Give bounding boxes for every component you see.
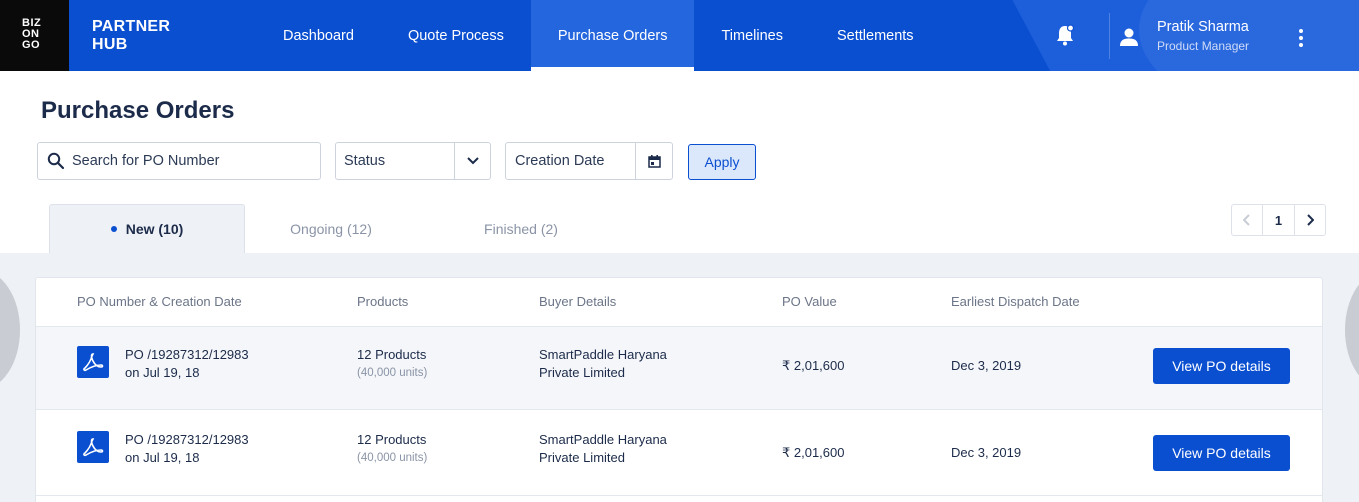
nav-item-timelines[interactable]: Timelines bbox=[694, 0, 810, 71]
nav-item-settlements[interactable]: Settlements bbox=[810, 0, 941, 71]
side-decoration-left bbox=[0, 270, 20, 390]
nav-label: Dashboard bbox=[283, 27, 354, 44]
po-number-cell: PO /19287312/12983 on Jul 19, 18 bbox=[125, 346, 249, 382]
search-input[interactable] bbox=[72, 153, 302, 169]
header-buyer-details: Buyer Details bbox=[539, 294, 617, 309]
product-count: 12 Products bbox=[357, 432, 427, 447]
tab-new[interactable]: New (10) bbox=[49, 204, 245, 253]
buyer-cell: SmartPaddle Haryana Private Limited bbox=[539, 346, 667, 382]
nav-label: Quote Process bbox=[407, 27, 504, 44]
bell-icon[interactable] bbox=[1055, 24, 1075, 46]
tab-label: Ongoing (12) bbox=[290, 220, 372, 237]
brand-line-2: HUB bbox=[92, 36, 128, 53]
tab-finished[interactable]: Finished (2) bbox=[417, 204, 625, 253]
pagination: 1 bbox=[1231, 204, 1326, 236]
chevron-down-icon[interactable] bbox=[454, 143, 490, 179]
pdf-icon[interactable] bbox=[77, 346, 109, 378]
side-decoration-right bbox=[1345, 270, 1359, 390]
po-status-tabs: New (10) Ongoing (12) Finished (2) bbox=[49, 204, 625, 253]
status-dropdown[interactable]: Status bbox=[335, 142, 491, 180]
creation-date-picker[interactable]: Creation Date bbox=[505, 142, 673, 180]
active-dot-icon bbox=[110, 226, 117, 232]
tab-label: New (10) bbox=[125, 221, 184, 237]
page-title: Purchase Orders bbox=[41, 97, 235, 124]
user-icon[interactable] bbox=[1118, 26, 1140, 48]
status-dropdown-label: Status bbox=[344, 153, 386, 169]
buyer-name-line-1: SmartPaddle Haryana bbox=[539, 347, 667, 362]
header-po-value: PO Value bbox=[782, 294, 837, 309]
pdf-icon[interactable] bbox=[77, 431, 109, 463]
buyer-cell: SmartPaddle Haryana Private Limited bbox=[539, 431, 667, 467]
nav-item-purchase-orders[interactable]: Purchase Orders bbox=[530, 0, 695, 71]
creation-date-label: Creation Date bbox=[515, 153, 605, 169]
prev-page-button[interactable] bbox=[1232, 205, 1262, 235]
nav-item-dashboard[interactable]: Dashboard bbox=[256, 0, 381, 71]
header-dispatch-date: Earliest Dispatch Date bbox=[951, 294, 1080, 309]
buyer-name-line-1: SmartPaddle Haryana bbox=[539, 432, 667, 447]
search-field[interactable] bbox=[37, 142, 321, 180]
view-po-details-button[interactable]: View PO details bbox=[1153, 348, 1290, 384]
chevron-left-icon bbox=[1243, 214, 1250, 226]
product-count: 12 Products bbox=[357, 347, 427, 362]
view-po-details-button[interactable]: View PO details bbox=[1153, 435, 1290, 471]
apply-button[interactable]: Apply bbox=[688, 144, 756, 180]
po-number[interactable]: PO /19287312/12983 bbox=[125, 431, 249, 449]
po-number[interactable]: PO /19287312/12983 bbox=[125, 346, 249, 364]
calendar-icon[interactable] bbox=[635, 143, 672, 179]
bizongo-logo[interactable]: BIZ ON GO bbox=[0, 0, 69, 71]
dispatch-date: Dec 3, 2019 bbox=[951, 445, 1022, 460]
search-icon bbox=[47, 152, 65, 170]
brand-name: PARTNER HUB bbox=[92, 18, 170, 54]
nav-label: Timelines bbox=[721, 27, 783, 44]
chevron-right-icon bbox=[1307, 214, 1314, 226]
po-number-cell: PO /19287312/12983 on Jul 19, 18 bbox=[125, 431, 249, 467]
buyer-name-line-2: Private Limited bbox=[539, 450, 625, 465]
kebab-menu-icon[interactable] bbox=[1293, 27, 1309, 49]
header-divider bbox=[1109, 13, 1110, 59]
header-decoration-circle bbox=[1139, 0, 1359, 71]
products-cell: 12 Products (40,000 units) bbox=[357, 431, 427, 467]
dispatch-date: Dec 3, 2019 bbox=[951, 358, 1022, 373]
tab-label: Finished (2) bbox=[484, 220, 558, 237]
unit-count: (40,000 units) bbox=[357, 452, 428, 464]
next-page-button[interactable] bbox=[1293, 205, 1325, 235]
unit-count: (40,000 units) bbox=[357, 367, 428, 379]
current-page[interactable]: 1 bbox=[1262, 205, 1293, 235]
brand-line-1: PARTNER bbox=[92, 18, 171, 35]
nav-label: Purchase Orders bbox=[557, 27, 668, 44]
po-value: ₹ 2,01,600 bbox=[782, 358, 845, 373]
products-cell: 12 Products (40,000 units) bbox=[357, 346, 427, 382]
po-value: ₹ 2,01,600 bbox=[782, 445, 845, 460]
buyer-name-line-2: Private Limited bbox=[539, 365, 625, 380]
logo-line: GO bbox=[22, 39, 41, 51]
nav-label: Settlements bbox=[836, 27, 914, 44]
nav-item-quote-process[interactable]: Quote Process bbox=[381, 0, 531, 71]
po-creation-date: on Jul 19, 18 bbox=[125, 450, 200, 465]
header-products: Products bbox=[357, 294, 409, 309]
main-nav: Dashboard Quote Process Purchase Orders … bbox=[256, 0, 941, 71]
header-po-number: PO Number & Creation Date bbox=[77, 294, 242, 309]
user-role: Product Manager bbox=[1157, 39, 1250, 53]
tab-ongoing[interactable]: Ongoing (12) bbox=[245, 204, 417, 253]
po-creation-date: on Jul 19, 18 bbox=[125, 365, 200, 380]
user-name[interactable]: Pratik Sharma bbox=[1157, 19, 1249, 35]
